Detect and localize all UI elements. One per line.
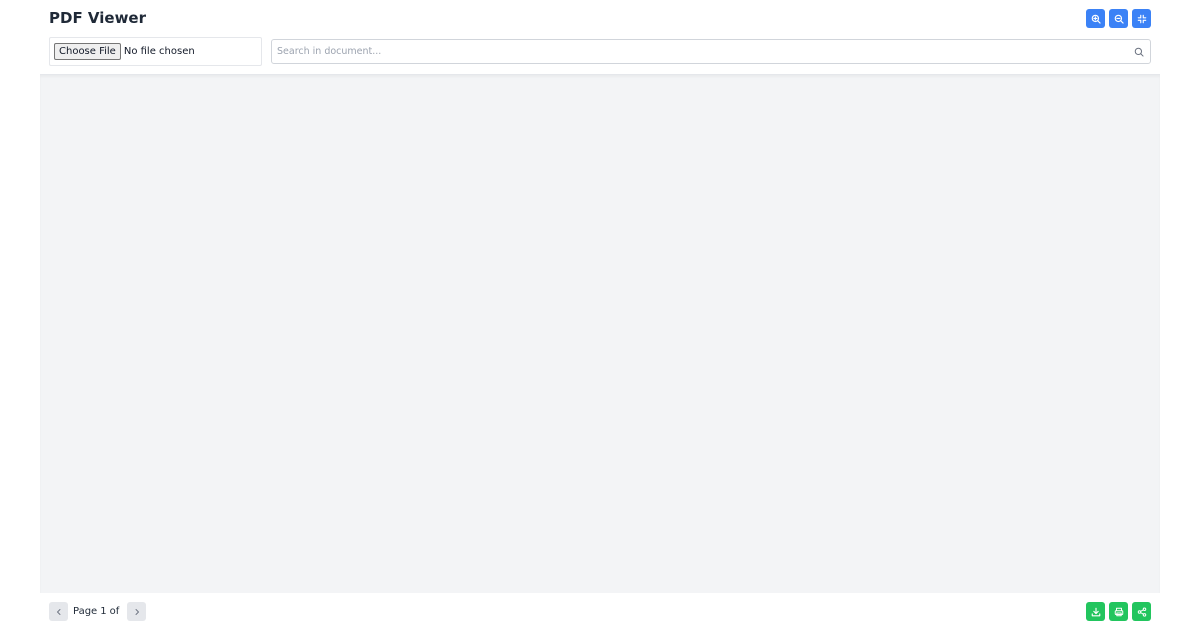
share-button[interactable] — [1132, 602, 1151, 621]
page-label: Page — [73, 606, 98, 617]
zoom-in-button[interactable] — [1086, 9, 1105, 28]
page-title: PDF Viewer — [49, 9, 147, 27]
prev-page-button[interactable] — [49, 602, 68, 621]
page-indicator: Page 1 of — [73, 606, 122, 617]
document-canvas[interactable] — [40, 74, 1160, 593]
file-status-text: No file chosen — [123, 46, 195, 57]
zoom-out-icon — [1114, 14, 1124, 24]
download-icon — [1091, 607, 1101, 617]
search-icon — [1134, 47, 1144, 57]
fit-screen-button[interactable] — [1132, 9, 1151, 28]
zoom-out-button[interactable] — [1109, 9, 1128, 28]
search-input[interactable] — [272, 40, 1134, 63]
print-icon — [1114, 607, 1124, 617]
zoom-toolbar — [1086, 9, 1151, 28]
document-actions — [1086, 602, 1151, 621]
search-box — [271, 39, 1151, 64]
share-icon — [1137, 606, 1147, 617]
chevron-left-icon — [55, 608, 63, 616]
download-button[interactable] — [1086, 602, 1105, 621]
chevron-right-icon — [133, 608, 141, 616]
choose-file-button[interactable]: Choose File — [54, 43, 121, 60]
zoom-in-icon — [1091, 14, 1101, 24]
pdf-viewer-app: PDF Viewer Choose File No file chosen Se… — [0, 0, 1200, 630]
pagination: Page 1 of — [49, 602, 147, 621]
fit-screen-icon — [1137, 14, 1147, 24]
of-label: of — [109, 606, 120, 617]
file-input: Choose File No file chosen — [49, 37, 262, 66]
print-button[interactable] — [1109, 602, 1128, 621]
next-page-button[interactable] — [127, 602, 147, 621]
current-page: 1 — [100, 606, 107, 617]
